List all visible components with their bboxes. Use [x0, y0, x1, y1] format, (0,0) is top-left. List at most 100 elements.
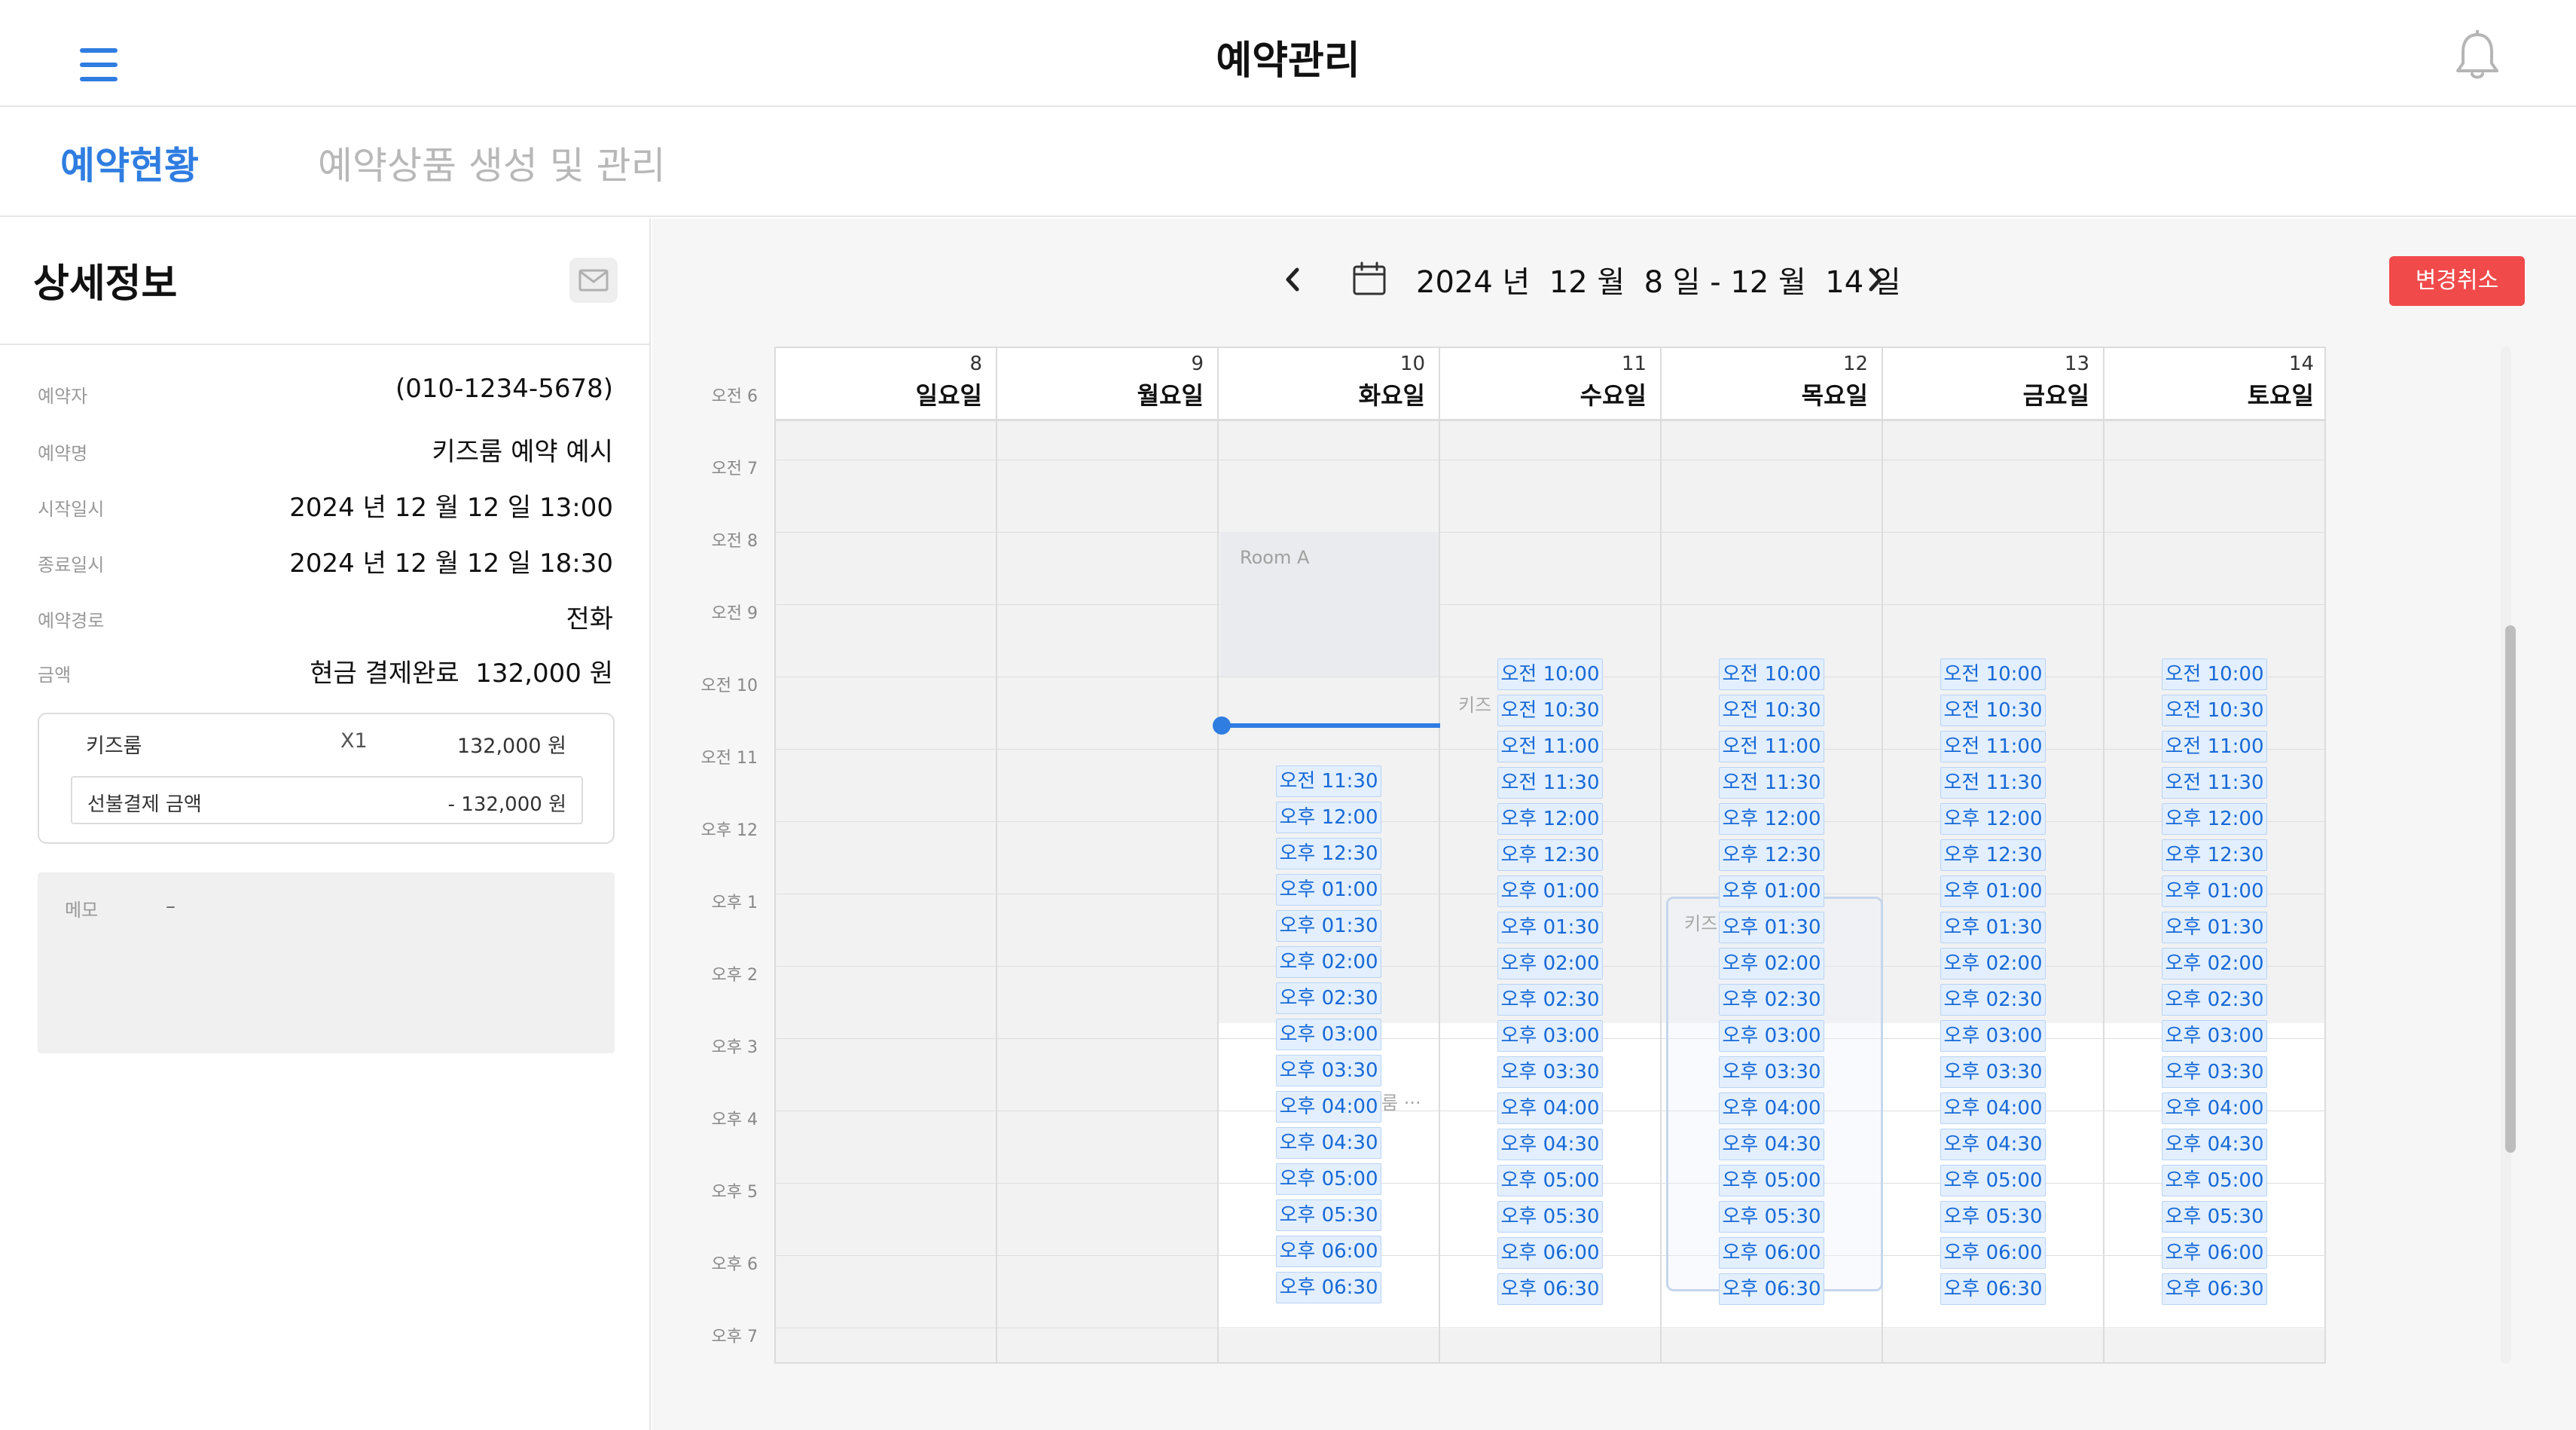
time-slot[interactable]: 오후 02:00	[1940, 948, 2046, 979]
time-slot[interactable]: 오후 01:30	[1497, 912, 1603, 943]
time-slot[interactable]: 오전 10:30	[2162, 695, 2267, 726]
time-slot[interactable]: 오전 10:30	[1940, 695, 2046, 726]
time-slot[interactable]: 오후 12:30	[1276, 838, 1381, 869]
time-slot[interactable]: 오후 05:00	[1719, 1165, 1824, 1196]
time-slot[interactable]: 오후 03:00	[2162, 1020, 2267, 1052]
time-slot[interactable]: 오후 02:00	[2162, 948, 2267, 979]
time-slot[interactable]: 오후 12:30	[1497, 839, 1603, 871]
tab-reservation-status[interactable]: 예약현황	[60, 136, 199, 190]
time-slot[interactable]: 오후 05:30	[1497, 1201, 1603, 1233]
day-column-sun[interactable]: 8 일요일	[776, 348, 997, 1362]
time-slot[interactable]: 오전 11:30	[1276, 765, 1381, 797]
time-slot[interactable]: 오후 03:00	[1719, 1020, 1824, 1052]
time-slot[interactable]: 오후 03:00	[1940, 1020, 2046, 1052]
time-slot[interactable]: 오후 06:00	[1497, 1237, 1603, 1269]
calendar-icon[interactable]	[1351, 261, 1387, 297]
time-slot[interactable]: 오전 11:30	[2162, 767, 2267, 799]
tab-reservation-products[interactable]: 예약상품 생성 및 관리	[318, 136, 666, 190]
time-slot[interactable]: 오후 06:00	[2162, 1237, 2267, 1269]
time-slot[interactable]: 오후 05:00	[1276, 1163, 1381, 1195]
time-slot[interactable]: 오전 11:00	[1719, 731, 1824, 762]
time-slot[interactable]: 오후 04:00	[1497, 1092, 1603, 1124]
time-slot[interactable]: 오후 04:00	[1276, 1091, 1381, 1123]
time-slot[interactable]: 오후 02:30	[2162, 984, 2267, 1016]
time-slot[interactable]: 오후 02:30	[1497, 984, 1603, 1016]
time-slot[interactable]: 오후 04:30	[1497, 1129, 1603, 1160]
time-slot[interactable]: 오후 02:30	[1719, 984, 1824, 1016]
time-slot[interactable]: 오후 04:30	[1940, 1129, 2046, 1160]
time-slot[interactable]: 오전 10:00	[1719, 658, 1824, 690]
time-slot[interactable]: 오후 12:30	[1719, 839, 1824, 871]
time-slot[interactable]: 오후 12:00	[1940, 803, 2046, 835]
time-slot[interactable]: 오후 03:00	[1276, 1019, 1381, 1050]
time-slot[interactable]: 오후 01:00	[2162, 875, 2267, 907]
time-slot[interactable]: 오후 02:30	[1276, 982, 1381, 1014]
time-slot[interactable]: 오후 12:00	[1276, 802, 1381, 833]
time-slot[interactable]: 오후 05:30	[1276, 1199, 1381, 1231]
time-slot[interactable]: 오후 05:30	[2162, 1201, 2267, 1233]
time-slot[interactable]: 오후 12:30	[1940, 839, 2046, 871]
time-slot[interactable]: 오후 01:30	[2162, 912, 2267, 943]
time-slot[interactable]: 오전 11:30	[1719, 767, 1824, 799]
time-slot[interactable]: 오후 03:30	[1719, 1056, 1824, 1088]
time-slot[interactable]: 오후 06:00	[1276, 1236, 1381, 1267]
time-slot[interactable]: 오후 12:00	[2162, 803, 2267, 835]
prev-week-button[interactable]	[1277, 261, 1308, 298]
next-week-button[interactable]	[1860, 261, 1891, 298]
time-slot[interactable]: 오후 06:30	[2162, 1273, 2267, 1305]
time-slot[interactable]: 오후 01:30	[1276, 910, 1381, 942]
time-slot[interactable]: 오후 12:00	[1719, 803, 1824, 835]
time-slot[interactable]: 오후 01:00	[1940, 875, 2046, 907]
time-slot[interactable]: 오전 11:30	[1497, 767, 1603, 799]
time-slot[interactable]: 오후 01:00	[1276, 874, 1381, 906]
time-slot[interactable]: 오후 06:00	[1940, 1237, 2046, 1269]
time-slot[interactable]: 오후 05:30	[1719, 1201, 1824, 1233]
time-slot[interactable]: 오전 10:00	[2162, 658, 2267, 690]
time-slot[interactable]: 오후 06:30	[1719, 1273, 1824, 1305]
detail-panel: 상세정보 예약자 (010-1234-5678) 예약명 키즈룸 예약 예시 시…	[0, 218, 651, 1430]
time-slot[interactable]: 오후 04:30	[1719, 1129, 1824, 1160]
time-slot[interactable]: 오후 04:30	[2162, 1129, 2267, 1160]
time-slot[interactable]: 오후 02:30	[1940, 984, 2046, 1016]
time-slot[interactable]: 오후 12:30	[2162, 839, 2267, 871]
time-slot[interactable]: 오전 11:00	[2162, 731, 2267, 762]
day-number: 8	[969, 353, 982, 375]
time-slot[interactable]: 오전 11:00	[1497, 731, 1603, 762]
time-slot[interactable]: 오전 11:30	[1940, 767, 2046, 799]
time-slot[interactable]: 오후 06:30	[1940, 1273, 2046, 1305]
time-slot[interactable]: 오후 05:30	[1940, 1201, 2046, 1233]
day-column-mon[interactable]: 9 월요일	[997, 348, 1219, 1362]
time-slot[interactable]: 오후 05:00	[1940, 1165, 2046, 1196]
time-slot[interactable]: 오후 03:30	[2162, 1056, 2267, 1088]
time-slot[interactable]: 오후 02:00	[1276, 946, 1381, 978]
time-slot[interactable]: 오후 06:00	[1719, 1237, 1824, 1269]
time-slot[interactable]: 오후 03:30	[1940, 1056, 2046, 1088]
time-slot[interactable]: 오후 01:00	[1497, 875, 1603, 907]
time-slot[interactable]: 오후 01:30	[1719, 912, 1824, 943]
time-slot[interactable]: 오후 03:00	[1497, 1020, 1603, 1052]
time-slot[interactable]: 오후 04:00	[1940, 1092, 2046, 1124]
time-slot[interactable]: 오후 06:30	[1276, 1272, 1381, 1303]
time-slot[interactable]: 오후 05:00	[2162, 1165, 2267, 1196]
mail-button[interactable]	[569, 258, 618, 303]
time-slot[interactable]: 오전 11:00	[1940, 731, 2046, 762]
cancel-change-button[interactable]: 변경취소	[2389, 256, 2525, 306]
time-slot[interactable]: 오후 12:00	[1497, 803, 1603, 835]
time-slot[interactable]: 오후 05:00	[1497, 1165, 1603, 1196]
time-slot[interactable]: 오전 10:30	[1497, 695, 1603, 726]
time-slot[interactable]: 오후 01:30	[1940, 912, 2046, 943]
time-slot[interactable]: 오후 06:30	[1497, 1273, 1603, 1305]
time-slot[interactable]: 오후 03:30	[1276, 1055, 1381, 1086]
time-slot[interactable]: 오후 04:00	[1719, 1092, 1824, 1124]
time-slot[interactable]: 오후 04:00	[2162, 1092, 2267, 1124]
time-slot[interactable]: 오전 10:00	[1497, 658, 1603, 690]
time-slot[interactable]: 오전 10:30	[1719, 695, 1824, 726]
scrollbar-thumb[interactable]	[2505, 625, 2516, 1153]
bell-icon[interactable]	[2454, 29, 2501, 81]
time-slot[interactable]: 오후 03:30	[1497, 1056, 1603, 1088]
time-slot[interactable]: 오후 02:00	[1719, 948, 1824, 979]
time-slot[interactable]: 오전 10:00	[1940, 658, 2046, 690]
time-slot[interactable]: 오후 02:00	[1497, 948, 1603, 979]
time-slot[interactable]: 오후 04:30	[1276, 1127, 1381, 1159]
time-slot[interactable]: 오후 01:00	[1719, 875, 1824, 907]
